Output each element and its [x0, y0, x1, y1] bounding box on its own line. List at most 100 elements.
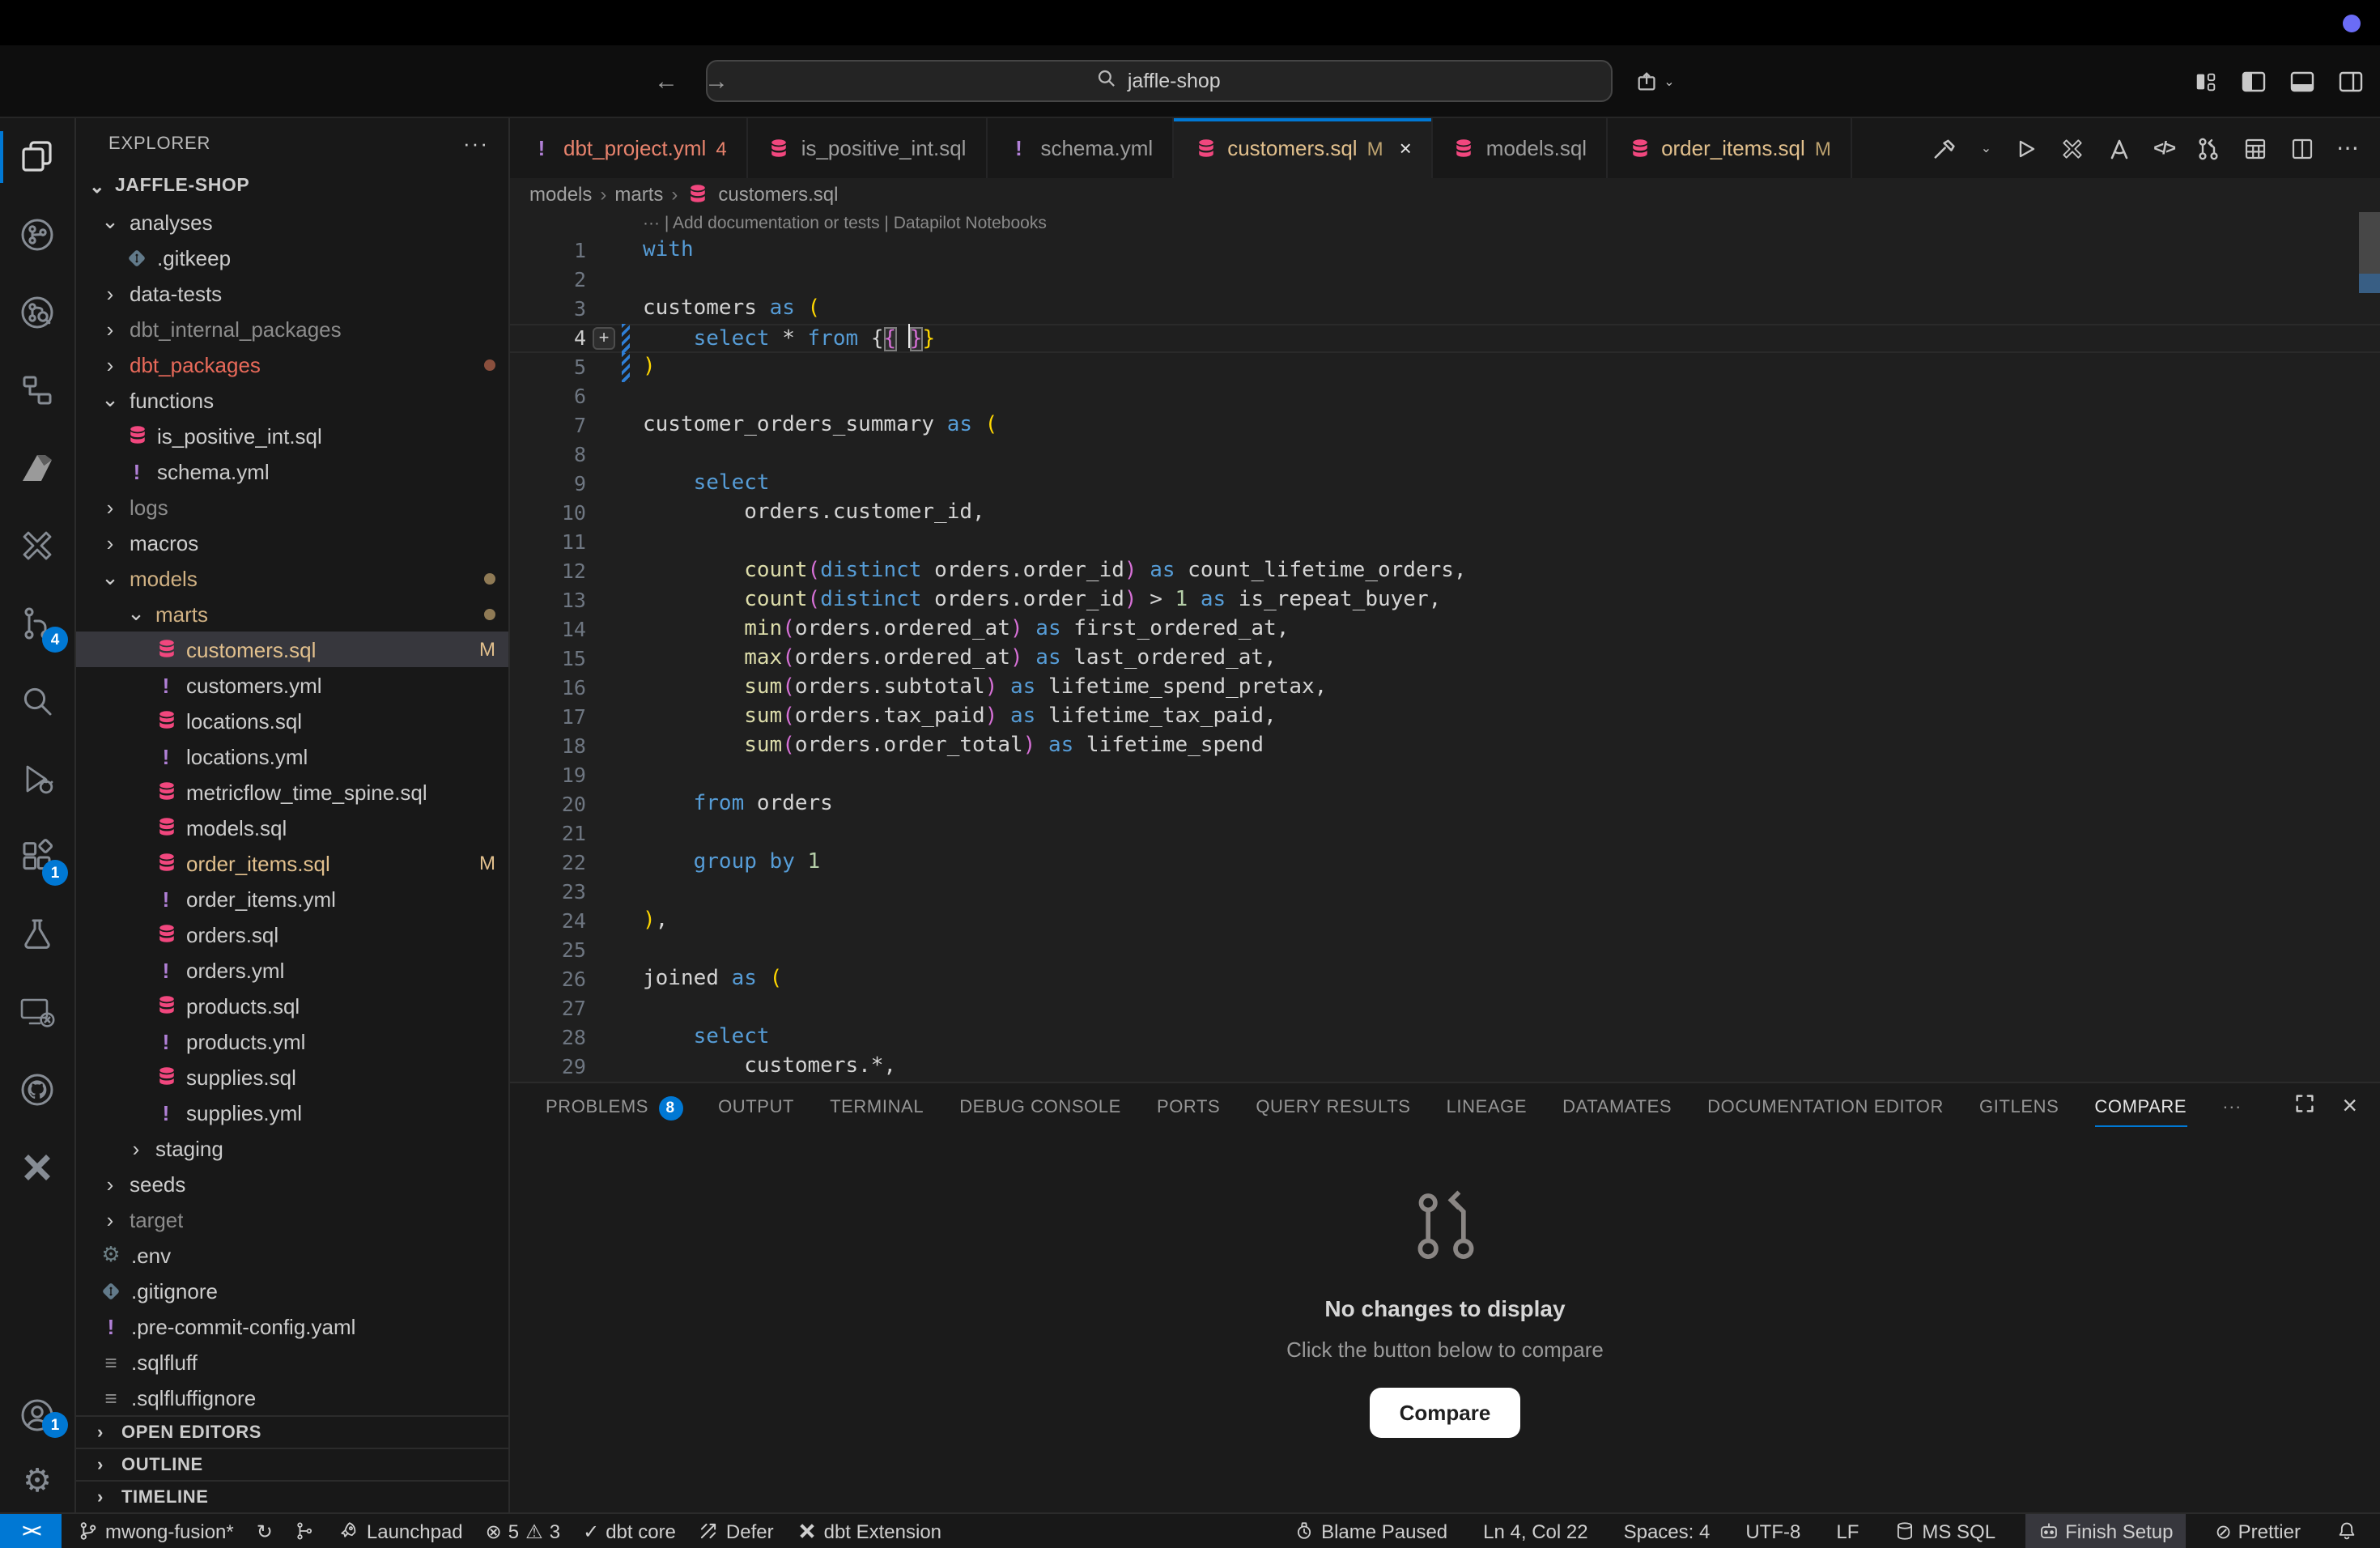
codelens-actions[interactable]: ··· | Add documentation or tests | Datap… [510, 209, 2380, 236]
panel-tab-compare[interactable]: COMPARE [2094, 1083, 2187, 1132]
tree-item-supplies-yml[interactable]: !supplies.yml [76, 1095, 508, 1130]
activity-item-lineage[interactable] [0, 351, 74, 429]
tree-item-supplies-sql[interactable]: supplies.sql [76, 1059, 508, 1095]
compare-button[interactable]: Compare [1371, 1388, 1520, 1438]
code-line[interactable]: 25+ [510, 936, 2380, 965]
status-blame-status[interactable]: Blame Paused [1287, 1514, 1454, 1548]
add-block-button[interactable]: + [593, 327, 615, 350]
tree-item-models[interactable]: ⌄models [76, 560, 508, 596]
status-remote-indicator[interactable]: >< [0, 1514, 62, 1548]
panel-tab-lineage[interactable]: LINEAGE [1447, 1083, 1528, 1132]
activity-item-testing[interactable] [0, 895, 74, 973]
tree-item-gitkeep[interactable]: .gitkeep [76, 240, 508, 275]
code-line[interactable]: 20+ from orders [510, 790, 2380, 819]
activity-item-github[interactable] [0, 1051, 74, 1129]
panel-tab-documentation-editor[interactable]: DOCUMENTATION EDITOR [1707, 1083, 1944, 1132]
tree-item-data-tests[interactable]: ›data-tests [76, 275, 508, 311]
code-line[interactable]: 17+ sum(orders.tax_paid) as lifetime_tax… [510, 703, 2380, 732]
tree-item-customers-sql[interactable]: customers.sqlM [76, 632, 508, 667]
run-icon[interactable] [2012, 135, 2038, 161]
tree-item-pre-commit-config-yaml[interactable]: !.pre-commit-config.yaml [76, 1308, 508, 1344]
tree-item-locations-sql[interactable]: locations.sql [76, 703, 508, 738]
close-panel-icon[interactable]: × [2342, 1093, 2357, 1122]
code-line[interactable]: 18+ sum(orders.order_total) as lifetime_… [510, 732, 2380, 761]
tree-item-locations-yml[interactable]: !locations.yml [76, 738, 508, 774]
tab-order-items-sql[interactable]: order_items.sqlM [1608, 118, 1852, 178]
close-icon[interactable]: × [1400, 136, 1412, 160]
tab-is-positive-int-sql[interactable]: is_positive_int.sql [748, 118, 988, 178]
tree-item-functions[interactable]: ⌄functions [76, 382, 508, 418]
code-line[interactable]: 1+with [510, 236, 2380, 266]
status-indentation[interactable]: Spaces: 4 [1617, 1514, 1717, 1548]
activity-item-explorer[interactable] [0, 118, 74, 196]
sidebar-section-open-editors[interactable]: ›OPEN EDITORS [76, 1415, 508, 1448]
code-line[interactable]: 24+), [510, 907, 2380, 936]
panel-tab-[interactable]: ··· [2222, 1083, 2242, 1132]
status-dbt-core[interactable]: ✓dbt core [576, 1514, 682, 1548]
status-cursor-position[interactable]: Ln 4, Col 22 [1477, 1514, 1594, 1548]
panel-tab-gitlens[interactable]: GITLENS [1979, 1083, 2059, 1132]
history-forward-icon[interactable]: → [704, 67, 729, 95]
status-prettier[interactable]: ⊘Prettier [2209, 1514, 2308, 1548]
workspace-root-folder[interactable]: ⌄ JAFFLE-SHOP [76, 169, 508, 204]
dbt-power-user-icon[interactable] [2059, 135, 2085, 161]
status-encoding[interactable]: UTF-8 [1739, 1514, 1807, 1548]
activity-item-settings[interactable]: ⚙ [0, 1448, 74, 1512]
tree-item-models-sql[interactable]: models.sql [76, 810, 508, 845]
panel-tab-debug-console[interactable]: DEBUG CONSOLE [959, 1083, 1121, 1132]
tree-item-order-items-sql[interactable]: order_items.sqlM [76, 845, 508, 881]
share-layout-icon[interactable]: ⌄ [1634, 69, 1674, 93]
code-line[interactable]: 8+ [510, 440, 2380, 470]
sidebar-section-outline[interactable]: ›OUTLINE [76, 1448, 508, 1480]
tree-item-order-items-yml[interactable]: !order_items.yml [76, 881, 508, 916]
code-line[interactable]: 4+ select * from {{ }} [510, 324, 2380, 353]
tab-schema-yml[interactable]: !schema.yml [987, 118, 1174, 178]
tree-item-sqlfluff[interactable]: ≡.sqlfluff [76, 1344, 508, 1380]
tree-item-dbt-internal-packages[interactable]: ›dbt_internal_packages [76, 311, 508, 347]
customize-layout-icon[interactable] [2194, 69, 2218, 93]
status-defer[interactable]: Defer [692, 1514, 780, 1548]
tab-models-sql[interactable]: models.sql [1433, 118, 1608, 178]
breadcrumb-folder[interactable]: marts [614, 182, 663, 205]
build-dbt-icon[interactable] [1932, 135, 1958, 161]
code-line[interactable]: 15+ max(orders.ordered_at) as last_order… [510, 644, 2380, 674]
status-git-graph[interactable] [289, 1514, 323, 1548]
tree-item-staging[interactable]: ›staging [76, 1130, 508, 1166]
code-line[interactable]: 14+ min(orders.ordered_at) as first_orde… [510, 615, 2380, 644]
dbt-docs-icon[interactable] [2106, 135, 2132, 161]
code-line[interactable]: 2+ [510, 266, 2380, 295]
sidebar-section-timeline[interactable]: ›TIMELINE [76, 1480, 508, 1512]
split-editor-icon[interactable] [2289, 135, 2315, 161]
activity-item-search[interactable] [0, 662, 74, 740]
query-results-icon[interactable] [2242, 135, 2268, 161]
open-code-actions-icon[interactable]: </> [2153, 138, 2174, 158]
code-editor[interactable]: ··· | Add documentation or tests | Datap… [510, 209, 2380, 1082]
tree-item-analyses[interactable]: ⌄analyses [76, 204, 508, 240]
tree-item-marts[interactable]: ⌄marts [76, 596, 508, 632]
tree-item-sqlfluffignore[interactable]: ≡.sqlfluffignore [76, 1380, 508, 1415]
tree-item-macros[interactable]: ›macros [76, 525, 508, 560]
tree-item-gitignore[interactable]: .gitignore [76, 1273, 508, 1308]
explorer-more-actions-icon[interactable]: ··· [463, 131, 489, 155]
panel-tab-query-results[interactable]: QUERY RESULTS [1256, 1083, 1410, 1132]
activity-item-accounts[interactable]: 1 [0, 1383, 74, 1448]
tree-item-orders-sql[interactable]: orders.sql [76, 916, 508, 952]
status-notifications[interactable] [2330, 1514, 2364, 1548]
code-line[interactable]: 26+joined as ( [510, 965, 2380, 994]
toggle-secondary-sidebar-icon[interactable] [2338, 69, 2364, 93]
code-line[interactable]: 23+ [510, 878, 2380, 907]
status-git-branch[interactable]: mwong-fusion* [71, 1514, 240, 1548]
tree-item-env[interactable]: ⚙.env [76, 1237, 508, 1273]
toggle-panel-icon[interactable] [2289, 69, 2315, 93]
code-line[interactable]: 13+ count(distinct orders.order_id) > 1 … [510, 586, 2380, 615]
code-line[interactable]: 7+customer_orders_summary as ( [510, 411, 2380, 440]
code-line[interactable]: 3+customers as ( [510, 295, 2380, 324]
panel-tab-ports[interactable]: PORTS [1157, 1083, 1220, 1132]
command-center-search[interactable]: jaffle-shop [705, 60, 1612, 102]
panel-tab-datamates[interactable]: DATAMATES [1562, 1083, 1672, 1132]
code-line[interactable]: 11+ [510, 528, 2380, 557]
status-dbt-extension[interactable]: dbt Extension [790, 1514, 948, 1548]
activity-item-remote-explorer[interactable] [0, 973, 74, 1051]
code-line[interactable]: 28+ select [510, 1023, 2380, 1053]
editor-scrollbar[interactable] [2359, 212, 2380, 274]
